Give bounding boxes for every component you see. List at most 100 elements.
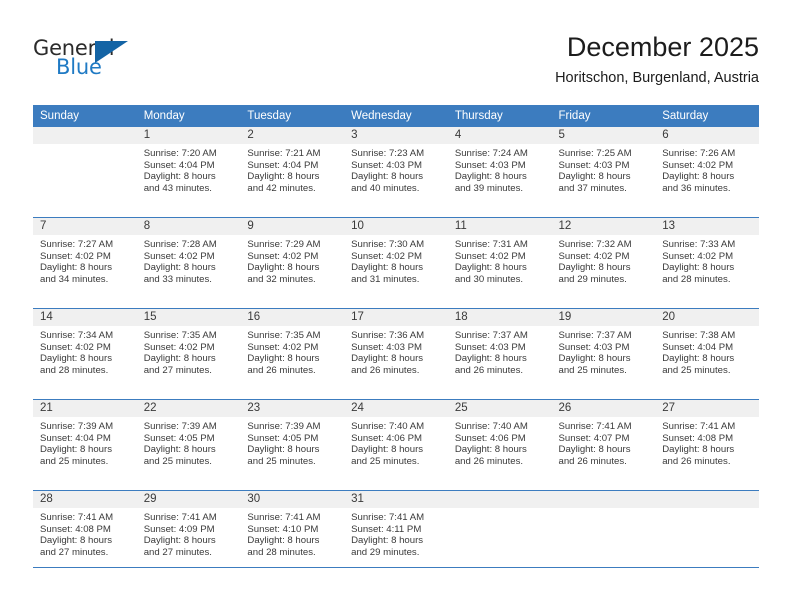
day-cell[interactable]: 16 Sunrise: 7:35 AM Sunset: 4:02 PM Dayligh…	[240, 308, 345, 400]
sunset-text: Sunset: 4:02 PM	[351, 250, 423, 262]
sunset-text: Sunset: 4:02 PM	[558, 250, 630, 262]
sunrise-text: Sunrise: 7:40 AM	[351, 421, 425, 432]
day-details: Sunrise: 7:23 AM Sunset: 4:03 PM Daylight:…	[344, 144, 448, 194]
day-cell[interactable]: 6 Sunrise: 7:26 AM Sunset: 4:02 PM Daylight…	[655, 127, 759, 218]
day-cell[interactable]: 10 Sunrise: 7:30 AM Sunset: 4:02 PM Dayligh…	[344, 217, 448, 309]
day-details: Sunrise: 7:33 AM Sunset: 4:02 PM Daylight:…	[655, 235, 759, 285]
sunset-text: Sunset: 4:02 PM	[143, 250, 215, 262]
day-cell[interactable]: 17 Sunrise: 7:36 AM Sunset: 4:03 PM Dayligh…	[344, 308, 448, 400]
sunset-text: Sunset: 4:02 PM	[40, 341, 111, 353]
day-details: Sunrise: 7:25 AM Sunset: 4:03 PM Daylight:…	[552, 144, 656, 194]
calendar-bottom-rule	[33, 567, 759, 568]
day-cell[interactable]: 26 Sunrise: 7:41 AM Sunset: 4:07 PM Dayligh…	[551, 399, 656, 491]
day-cell[interactable]: 18 Sunrise: 7:37 AM Sunset: 4:03 PM Dayligh…	[447, 308, 552, 400]
day-details	[448, 508, 552, 512]
day-cell[interactable]: 25 Sunrise: 7:40 AM Sunset: 4:06 PM Dayligh…	[447, 399, 552, 491]
daylight-text-line2: and 26 minutes.	[247, 364, 316, 376]
day-cell[interactable]: 3 Sunrise: 7:23 AM Sunset: 4:03 PM Daylight…	[344, 127, 448, 218]
day-details: Sunrise: 7:41 AM Sunset: 4:10 PM Daylight:…	[240, 508, 344, 558]
day-cell[interactable]: 27 Sunrise: 7:41 AM Sunset: 4:08 PM Dayligh…	[655, 399, 759, 491]
daylight-text-line2: and 40 minutes.	[351, 182, 420, 194]
day-number: 1	[136, 127, 241, 144]
day-cell[interactable]: 5 Sunrise: 7:25 AM Sunset: 4:03 PM Daylight…	[551, 127, 656, 218]
day-number	[33, 127, 137, 144]
general-blue-logo[interactable]: General Blue	[33, 36, 213, 88]
page-title: December 2025	[566, 32, 759, 62]
sunrise-text: Sunrise: 7:39 AM	[40, 421, 114, 432]
day-cell[interactable]: 8 Sunrise: 7:28 AM Sunset: 4:02 PM Daylight…	[136, 217, 241, 309]
day-cell[interactable]: 20 Sunrise: 7:38 AM Sunset: 4:04 PM Dayligh…	[655, 308, 759, 400]
day-cell[interactable]: 14 Sunrise: 7:34 AM Sunset: 4:02 PM Dayligh…	[33, 308, 137, 400]
day-number: 12	[551, 218, 656, 235]
sunrise-text: Sunrise: 7:30 AM	[351, 239, 425, 250]
sunset-text: Sunset: 4:03 PM	[558, 159, 630, 171]
daylight-text-line1: Daylight: 8 hours	[662, 353, 735, 365]
sunset-text: Sunset: 4:03 PM	[454, 159, 526, 171]
day-cell[interactable]: 13 Sunrise: 7:33 AM Sunset: 4:02 PM Dayligh…	[655, 217, 759, 309]
day-number: 5	[551, 127, 656, 144]
daylight-text-line2: and 25 minutes.	[558, 364, 627, 376]
day-cell[interactable]: 12 Sunrise: 7:32 AM Sunset: 4:02 PM Dayligh…	[551, 217, 656, 309]
sunrise-text: Sunrise: 7:26 AM	[662, 148, 736, 159]
week-row: 21 Sunrise: 7:39 AM Sunset: 4:04 PM Dayligh…	[33, 399, 759, 491]
weekday-header-thursday: Thursday	[447, 105, 552, 127]
sunset-text: Sunset: 4:08 PM	[662, 432, 734, 444]
sunrise-text: Sunrise: 7:35 AM	[247, 330, 321, 341]
sunrise-text: Sunrise: 7:25 AM	[558, 148, 632, 159]
day-details	[33, 144, 137, 148]
daylight-text-line1: Daylight: 8 hours	[351, 353, 424, 365]
day-details: Sunrise: 7:38 AM Sunset: 4:04 PM Daylight:…	[655, 326, 759, 376]
sunset-text: Sunset: 4:02 PM	[143, 341, 215, 353]
day-cell[interactable]: 15 Sunrise: 7:35 AM Sunset: 4:02 PM Dayligh…	[136, 308, 241, 400]
day-number	[551, 491, 656, 508]
day-cell[interactable]	[33, 127, 137, 218]
daylight-text-line2: and 26 minutes.	[454, 364, 524, 376]
sunset-text: Sunset: 4:03 PM	[351, 341, 423, 353]
daylight-text-line1: Daylight: 8 hours	[40, 444, 112, 456]
weekday-header-saturday: Saturday	[655, 105, 759, 127]
daylight-text-line1: Daylight: 8 hours	[247, 262, 320, 274]
day-number: 3	[344, 127, 448, 144]
daylight-text-line2: and 25 minutes.	[40, 455, 109, 467]
week-row: 14 Sunrise: 7:34 AM Sunset: 4:02 PM Dayligh…	[33, 308, 759, 400]
calendar-grid: Sunday Monday Tuesday Wednesday Thursday…	[33, 105, 759, 581]
day-cell[interactable]: 2 Sunrise: 7:21 AM Sunset: 4:04 PM Daylight…	[240, 127, 345, 218]
day-number: 23	[240, 400, 345, 417]
day-number: 16	[240, 309, 345, 326]
sunrise-text: Sunrise: 7:23 AM	[351, 148, 425, 159]
weekday-header-friday: Friday	[551, 105, 656, 127]
day-cell[interactable]: 4 Sunrise: 7:24 AM Sunset: 4:03 PM Daylight…	[447, 127, 552, 218]
daylight-text-line2: and 25 minutes.	[143, 455, 212, 467]
daylight-text-line2: and 28 minutes.	[662, 273, 731, 285]
sunrise-text: Sunrise: 7:39 AM	[143, 421, 217, 432]
page-header: General Blue December 2025 Horitschon, B…	[0, 0, 792, 100]
sunset-text: Sunset: 4:03 PM	[558, 341, 630, 353]
day-cell[interactable]: 21 Sunrise: 7:39 AM Sunset: 4:04 PM Dayligh…	[33, 399, 137, 491]
sunrise-text: Sunrise: 7:41 AM	[247, 512, 321, 523]
sunrise-text: Sunrise: 7:41 AM	[558, 421, 632, 432]
daylight-text-line2: and 29 minutes.	[558, 273, 627, 285]
day-number	[447, 491, 552, 508]
week-row: 1 Sunrise: 7:20 AM Sunset: 4:04 PM Daylight…	[33, 127, 759, 218]
sunrise-text: Sunrise: 7:34 AM	[40, 330, 114, 341]
daylight-text-line2: and 37 minutes.	[558, 182, 627, 194]
day-cell[interactable]: 22 Sunrise: 7:39 AM Sunset: 4:05 PM Dayligh…	[136, 399, 241, 491]
daylight-text-line2: and 26 minutes.	[351, 364, 420, 376]
daylight-text-line2: and 32 minutes.	[247, 273, 316, 285]
calendar-page: General Blue December 2025 Horitschon, B…	[0, 0, 792, 612]
sunset-text: Sunset: 4:02 PM	[662, 250, 734, 262]
day-cell[interactable]: 9 Sunrise: 7:29 AM Sunset: 4:02 PM Daylight…	[240, 217, 345, 309]
day-cell[interactable]: 11 Sunrise: 7:31 AM Sunset: 4:02 PM Dayligh…	[447, 217, 552, 309]
day-number: 20	[655, 309, 759, 326]
weekday-header-monday: Monday	[136, 105, 241, 127]
day-cell[interactable]: 1 Sunrise: 7:20 AM Sunset: 4:04 PM Daylight…	[136, 127, 241, 218]
daylight-text-line2: and 26 minutes.	[454, 455, 524, 467]
day-cell[interactable]: 24 Sunrise: 7:40 AM Sunset: 4:06 PM Dayligh…	[344, 399, 448, 491]
day-cell[interactable]: 7 Sunrise: 7:27 AM Sunset: 4:02 PM Daylight…	[33, 217, 137, 309]
daylight-text-line1: Daylight: 8 hours	[454, 444, 527, 456]
day-cell[interactable]: 23 Sunrise: 7:39 AM Sunset: 4:05 PM Dayligh…	[240, 399, 345, 491]
day-details: Sunrise: 7:39 AM Sunset: 4:04 PM Daylight:…	[33, 417, 137, 467]
sunset-text: Sunset: 4:03 PM	[351, 159, 423, 171]
day-details: Sunrise: 7:24 AM Sunset: 4:03 PM Daylight:…	[448, 144, 552, 194]
day-cell[interactable]: 19 Sunrise: 7:37 AM Sunset: 4:03 PM Dayligh…	[551, 308, 656, 400]
